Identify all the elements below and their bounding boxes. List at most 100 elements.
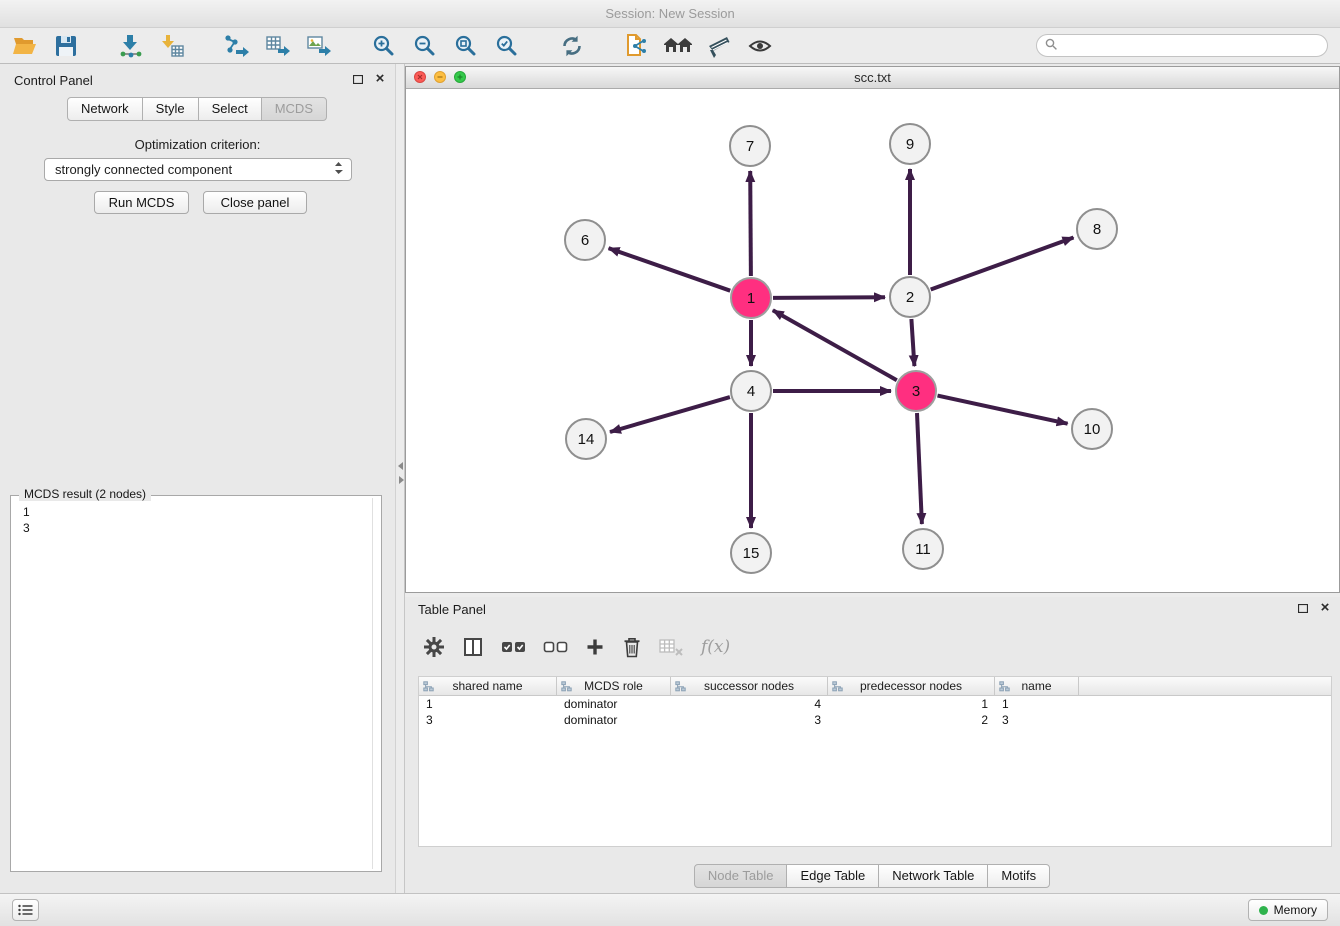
share-document-icon[interactable] (622, 32, 652, 60)
gear-icon[interactable] (423, 636, 445, 658)
table-cell[interactable]: dominator (557, 696, 671, 712)
run-mcds-button[interactable]: Run MCDS (94, 191, 189, 214)
minimize-window-icon[interactable] (434, 71, 446, 83)
plus-icon[interactable] (585, 637, 605, 657)
node-3[interactable]: 3 (896, 371, 936, 411)
edge-2-3[interactable] (911, 319, 914, 366)
collapse-left-icon[interactable] (398, 462, 403, 470)
edge-2-8[interactable] (931, 238, 1074, 290)
table-cell[interactable]: 3 (419, 712, 557, 728)
node-8[interactable]: 8 (1077, 209, 1117, 249)
refresh-icon[interactable] (557, 32, 587, 60)
eye-icon[interactable] (745, 32, 775, 60)
tab-style[interactable]: Style (142, 97, 199, 121)
node-1[interactable]: 1 (731, 278, 771, 318)
columns-icon[interactable] (462, 636, 484, 658)
tab-network-table[interactable]: Network Table (878, 864, 988, 888)
trash-icon[interactable] (622, 636, 642, 658)
edge-3-10[interactable] (938, 396, 1068, 424)
optimization-dropdown[interactable]: strongly connected component (44, 158, 352, 181)
svg-text:8: 8 (1093, 221, 1101, 238)
edge-3-1[interactable] (773, 310, 897, 380)
deselect-icon[interactable] (543, 639, 568, 655)
node-15[interactable]: 15 (731, 533, 771, 573)
table-panel: Table Panel × f(x) shared nameMCDS roles… (405, 597, 1340, 888)
column-header-shared-name[interactable]: shared name (419, 677, 557, 696)
edge-3-11[interactable] (917, 413, 922, 524)
edge-1-7[interactable] (750, 171, 751, 276)
column-edit-icon (561, 681, 572, 695)
table-cell[interactable]: 3 (995, 712, 1079, 728)
zoom-out-icon[interactable] (410, 32, 440, 60)
save-icon[interactable] (51, 32, 81, 60)
network-view-window: scc.txt 7 9 6 8 1 2 4 3 14 10 15 11 (405, 66, 1340, 593)
column-header-name[interactable]: name (995, 677, 1079, 696)
tab-node-table[interactable]: Node Table (694, 864, 788, 888)
network-canvas[interactable]: 7 9 6 8 1 2 4 3 14 10 15 11 (406, 89, 1339, 592)
style-brush-icon[interactable] (704, 32, 734, 60)
node-4[interactable]: 4 (731, 371, 771, 411)
node-7[interactable]: 7 (730, 126, 770, 166)
table-cell[interactable]: 4 (671, 696, 828, 712)
window-titlebar[interactable]: Session: New Session (0, 0, 1340, 28)
tab-network[interactable]: Network (67, 97, 143, 121)
column-header-predecessor-nodes[interactable]: predecessor nodes (828, 677, 995, 696)
edge-1-6[interactable] (609, 248, 731, 291)
export-table-icon[interactable] (263, 32, 293, 60)
memory-button[interactable]: Memory (1248, 899, 1328, 921)
close-table-panel-icon[interactable]: × (1318, 601, 1332, 615)
mcds-result-title: MCDS result (2 nodes) (19, 487, 151, 501)
result-scrollbar[interactable] (372, 498, 373, 869)
table-row[interactable]: 3dominator323 (419, 712, 1331, 728)
table-cell[interactable]: 1 (419, 696, 557, 712)
column-header-successor-nodes[interactable]: successor nodes (671, 677, 828, 696)
table-row[interactable]: 1dominator411 (419, 696, 1331, 712)
open-icon[interactable] (10, 32, 40, 60)
collapse-right-icon[interactable] (399, 476, 404, 484)
zoom-window-icon[interactable] (454, 71, 466, 83)
search-box[interactable] (1036, 34, 1328, 57)
table-cell[interactable]: 1 (995, 696, 1079, 712)
node-9[interactable]: 9 (890, 124, 930, 164)
task-history-button[interactable] (12, 899, 39, 921)
node-11[interactable]: 11 (903, 529, 943, 569)
close-panel-button[interactable]: Close panel (203, 191, 307, 214)
network-graph[interactable]: 7 9 6 8 1 2 4 3 14 10 15 11 (406, 89, 1339, 592)
tab-mcds[interactable]: MCDS (261, 97, 327, 121)
close-window-icon[interactable] (414, 71, 426, 83)
vertical-splitter[interactable] (395, 64, 405, 893)
float-table-panel-icon[interactable] (1296, 601, 1310, 615)
table-cell[interactable]: 1 (828, 696, 995, 712)
svg-text:14: 14 (578, 431, 595, 448)
export-network-icon[interactable] (222, 32, 252, 60)
table-cell[interactable]: 3 (671, 712, 828, 728)
column-header-MCDS-role[interactable]: MCDS role (557, 677, 671, 696)
tab-select[interactable]: Select (198, 97, 262, 121)
edge-1-2[interactable] (773, 297, 885, 298)
svg-text:9: 9 (906, 136, 914, 153)
network-window-titlebar[interactable]: scc.txt (406, 67, 1339, 89)
tab-edge-table[interactable]: Edge Table (786, 864, 879, 888)
table-header-row: shared nameMCDS rolesuccessor nodesprede… (419, 677, 1331, 696)
export-image-icon[interactable] (304, 32, 334, 60)
close-panel-icon[interactable]: × (373, 72, 387, 86)
edge-4-14[interactable] (610, 397, 730, 432)
zoom-fit-icon[interactable] (451, 32, 481, 60)
home-icon[interactable] (663, 32, 693, 60)
table-cell[interactable]: dominator (557, 712, 671, 728)
tab-motifs[interactable]: Motifs (987, 864, 1050, 888)
import-table-icon[interactable] (157, 32, 187, 60)
table-cell[interactable]: 2 (828, 712, 995, 728)
node-10[interactable]: 10 (1072, 409, 1112, 449)
search-input[interactable] (1063, 37, 1327, 55)
svg-text:4: 4 (747, 383, 755, 400)
node-6[interactable]: 6 (565, 220, 605, 260)
zoom-selected-icon[interactable] (492, 32, 522, 60)
node-2[interactable]: 2 (890, 277, 930, 317)
float-panel-icon[interactable] (351, 72, 365, 86)
mcds-result-list[interactable]: 13 (11, 496, 381, 544)
import-network-icon[interactable] (116, 32, 146, 60)
node-14[interactable]: 14 (566, 419, 606, 459)
select-all-icon[interactable] (501, 639, 526, 655)
zoom-in-icon[interactable] (369, 32, 399, 60)
